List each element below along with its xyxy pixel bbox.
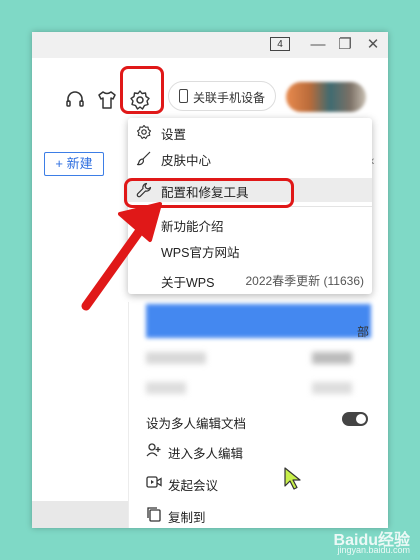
mouse-cursor-icon (284, 467, 301, 490)
red-arrow-annotation (81, 202, 162, 311)
watermark-url: jingyan.baidu.com (337, 545, 410, 555)
